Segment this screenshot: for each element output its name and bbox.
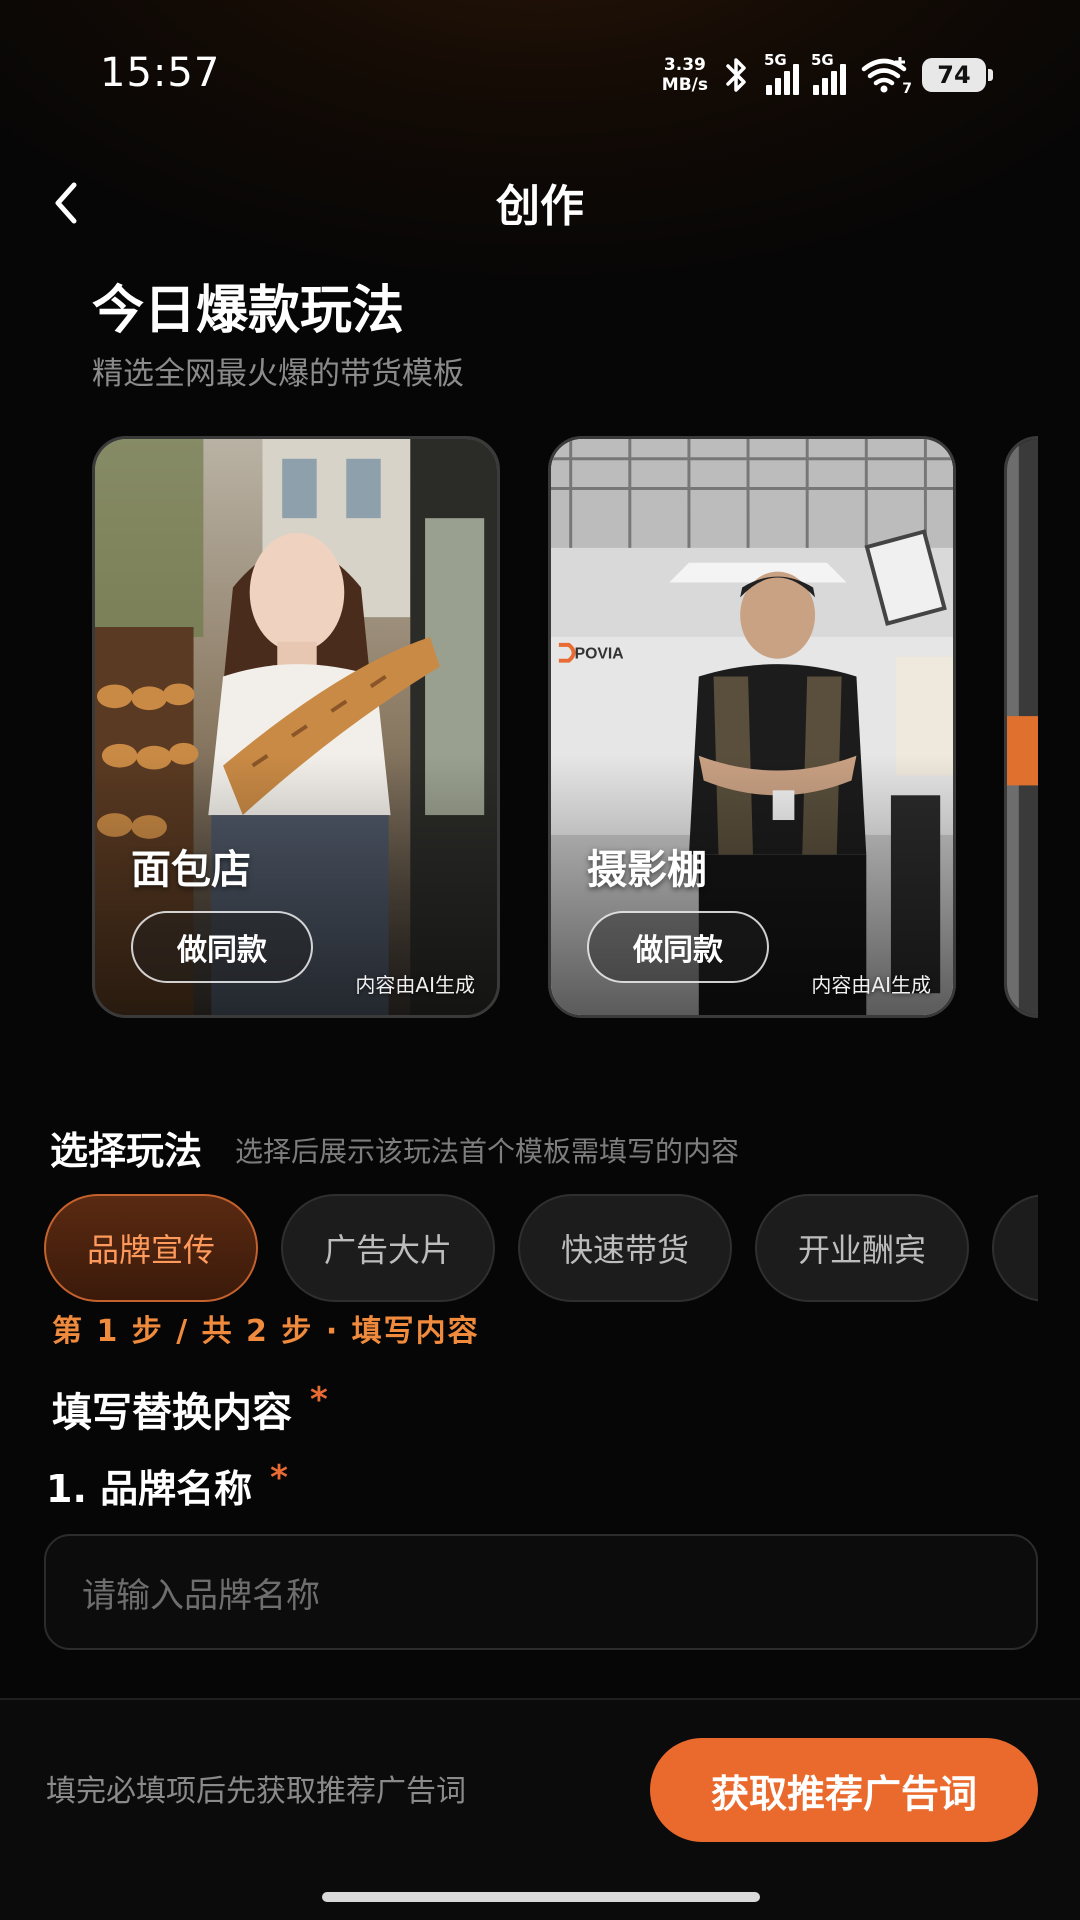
template-card-title: 面包店 bbox=[131, 847, 251, 893]
required-mark: * bbox=[310, 1380, 328, 1420]
template-carousel[interactable]: 面包店 做同款 内容由AI生成 POVIA 摄影棚 做同款 内容由AI生成 bbox=[92, 436, 1038, 1018]
mode-section-title: 选择玩法 bbox=[50, 1129, 203, 1173]
bottom-hint: 填完必填项后先获取推荐广告词 bbox=[46, 1774, 466, 1809]
template-card-bakery[interactable]: 面包店 做同款 内容由AI生成 bbox=[92, 436, 500, 1018]
battery-icon: 74 bbox=[922, 58, 993, 92]
step-indicator: 第 1 步 / 共 2 步 · 填写内容 bbox=[52, 1314, 480, 1349]
required-mark: * bbox=[270, 1458, 288, 1498]
get-ad-copy-button[interactable]: 获取推荐广告词 bbox=[650, 1738, 1038, 1842]
mode-chip-ad-film[interactable]: 广告大片 bbox=[281, 1194, 495, 1302]
hot-section-title: 今日爆款玩法 bbox=[92, 281, 405, 341]
ai-generated-note: 内容由AI生成 bbox=[811, 973, 931, 997]
form-title: 填写替换内容 * bbox=[52, 1380, 328, 1436]
network-speed: 3.39 MB/s bbox=[661, 55, 708, 95]
create-page: 15:57 3.39 MB/s 5G 5G 7 74 创作 今日爆款玩法 精选全… bbox=[0, 0, 1080, 1920]
status-icons: 3.39 MB/s 5G 5G 7 74 bbox=[661, 50, 993, 100]
hot-section-subtitle: 精选全网最火爆的带货模板 bbox=[92, 356, 464, 392]
ai-generated-note: 内容由AI生成 bbox=[355, 973, 475, 997]
bottom-action-bar: 填完必填项后先获取推荐广告词 获取推荐广告词 bbox=[0, 1698, 1080, 1920]
cell-signal-2-icon: 5G bbox=[811, 51, 846, 95]
cell-signal-1-icon: 5G bbox=[764, 51, 799, 95]
template-card-studio[interactable]: POVIA 摄影棚 做同款 内容由AI生成 bbox=[548, 436, 956, 1018]
make-same-button[interactable]: 做同款 bbox=[587, 911, 769, 983]
mode-chip-partial[interactable]: 门 bbox=[992, 1194, 1038, 1302]
status-bar: 15:57 3.39 MB/s 5G 5G 7 74 bbox=[0, 0, 1080, 150]
home-indicator[interactable] bbox=[322, 1892, 760, 1902]
template-card-title: 摄影棚 bbox=[587, 847, 707, 893]
mode-section-description: 选择后展示该玩法首个模板需填写的内容 bbox=[235, 1135, 740, 1168]
make-same-button[interactable]: 做同款 bbox=[131, 911, 313, 983]
mode-chip-list[interactable]: 品牌宣传 广告大片 快速带货 开业酬宾 门 bbox=[44, 1194, 1038, 1304]
wifi-icon: 7 bbox=[860, 55, 912, 97]
page-title: 创作 bbox=[496, 181, 584, 232]
mode-chip-opening[interactable]: 开业酬宾 bbox=[755, 1194, 969, 1302]
svg-text:POVIA: POVIA bbox=[575, 646, 624, 663]
bluetooth-icon bbox=[726, 58, 746, 92]
template-card-partial[interactable] bbox=[1004, 436, 1038, 1018]
mode-chip-brand[interactable]: 品牌宣传 bbox=[44, 1194, 258, 1302]
mode-chip-quick-sale[interactable]: 快速带货 bbox=[518, 1194, 732, 1302]
brand-name-input[interactable]: 请输入品牌名称 bbox=[44, 1534, 1038, 1650]
brand-name-label: 1. 品牌名称 * bbox=[46, 1458, 288, 1511]
status-time: 15:57 bbox=[100, 50, 221, 96]
